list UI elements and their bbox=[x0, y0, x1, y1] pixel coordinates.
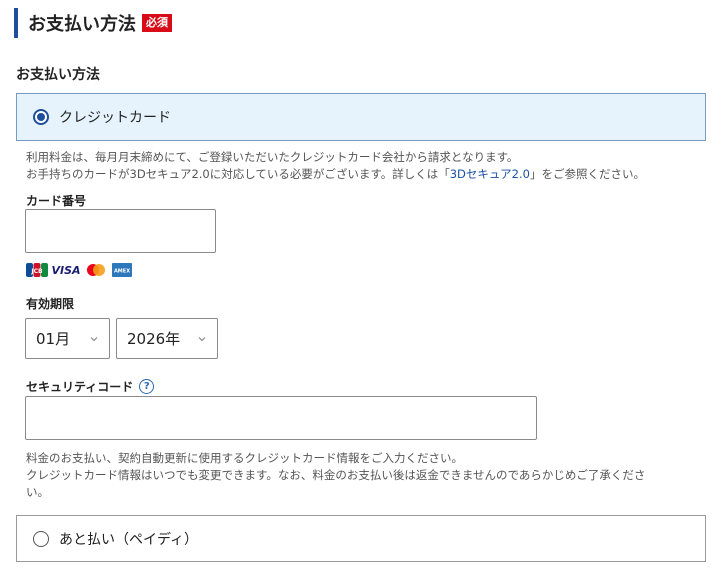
section-header: お支払い方法 必須 bbox=[14, 8, 172, 38]
payment-option-paidy[interactable]: あと払い（ペイディ） bbox=[16, 515, 706, 562]
credit-note-line2-pre: お手持ちのカードが3Dセキュア2.0に対応している必要がございます。詳しくは「 bbox=[26, 167, 450, 181]
section-title: お支払い方法 bbox=[28, 14, 136, 35]
payment-option-credit-card[interactable]: クレジットカード bbox=[16, 93, 706, 141]
mastercard-logo-icon bbox=[84, 262, 108, 278]
paidy-radio[interactable] bbox=[33, 530, 49, 547]
card-number-label: カード番号 bbox=[26, 194, 87, 208]
radio-selected-dot bbox=[37, 113, 45, 121]
security-note-line2: クレジットカード情報はいつでも変更できます。なお、料金のお支払い後は返金できませ… bbox=[26, 468, 646, 482]
amex-logo-text: AMEX bbox=[114, 269, 130, 275]
jcb-logo-text: JCB bbox=[30, 268, 43, 275]
jcb-logo-icon: JCB bbox=[26, 262, 48, 278]
credit-card-radio[interactable] bbox=[33, 109, 49, 125]
card-number-input[interactable] bbox=[25, 209, 216, 253]
amex-logo-icon: AMEX bbox=[112, 262, 132, 278]
security-note: 料金のお支払い、契約自動更新に使用するクレジットカード情報をご入力ください。 ク… bbox=[26, 450, 645, 501]
required-badge: 必須 bbox=[142, 14, 172, 32]
security-code-input[interactable] bbox=[25, 396, 537, 440]
expiry-label: 有効期限 bbox=[26, 297, 75, 311]
chevron-down-icon bbox=[198, 336, 206, 341]
chevron-down-icon bbox=[90, 336, 98, 341]
visa-logo-icon: VISA bbox=[51, 263, 81, 277]
card-brand-logos: JCB VISA AMEX bbox=[26, 262, 132, 278]
security-note-line3: い。 bbox=[26, 485, 49, 499]
credit-card-option-label: クレジットカード bbox=[59, 110, 171, 126]
expiry-month-value: 01月 bbox=[36, 330, 71, 348]
expiry-year-value: 2026年 bbox=[127, 330, 181, 348]
security-code-label: セキュリティコード bbox=[26, 380, 134, 394]
credit-note-line2-post: 」をご参照ください。 bbox=[529, 167, 645, 181]
3d-secure-link[interactable]: 3Dセキュア2.0 bbox=[450, 167, 530, 181]
credit-card-note: 利用料金は、毎月月末締めにて、ご登録いただいたクレジットカード会社から請求となり… bbox=[26, 149, 645, 183]
paidy-option-label: あと払い（ペイディ） bbox=[59, 531, 199, 548]
help-question-icon[interactable]: ? bbox=[139, 379, 155, 394]
security-note-line1: 料金のお支払い、契約自動更新に使用するクレジットカード情報をご入力ください。 bbox=[26, 451, 463, 465]
security-code-label-row: セキュリティコード ? bbox=[26, 378, 155, 395]
payment-method-label: お支払い方法 bbox=[16, 67, 100, 83]
credit-note-line2: お手持ちのカードが3Dセキュア2.0に対応している必要がございます。詳しくは「3… bbox=[26, 166, 645, 183]
expiry-year-select[interactable]: 2026年 bbox=[116, 318, 218, 359]
section-accent-bar bbox=[14, 8, 18, 38]
expiry-month-select[interactable]: 01月 bbox=[25, 318, 110, 359]
credit-note-line1: 利用料金は、毎月月末締めにて、ご登録いただいたクレジットカード会社から請求となり… bbox=[26, 150, 519, 164]
